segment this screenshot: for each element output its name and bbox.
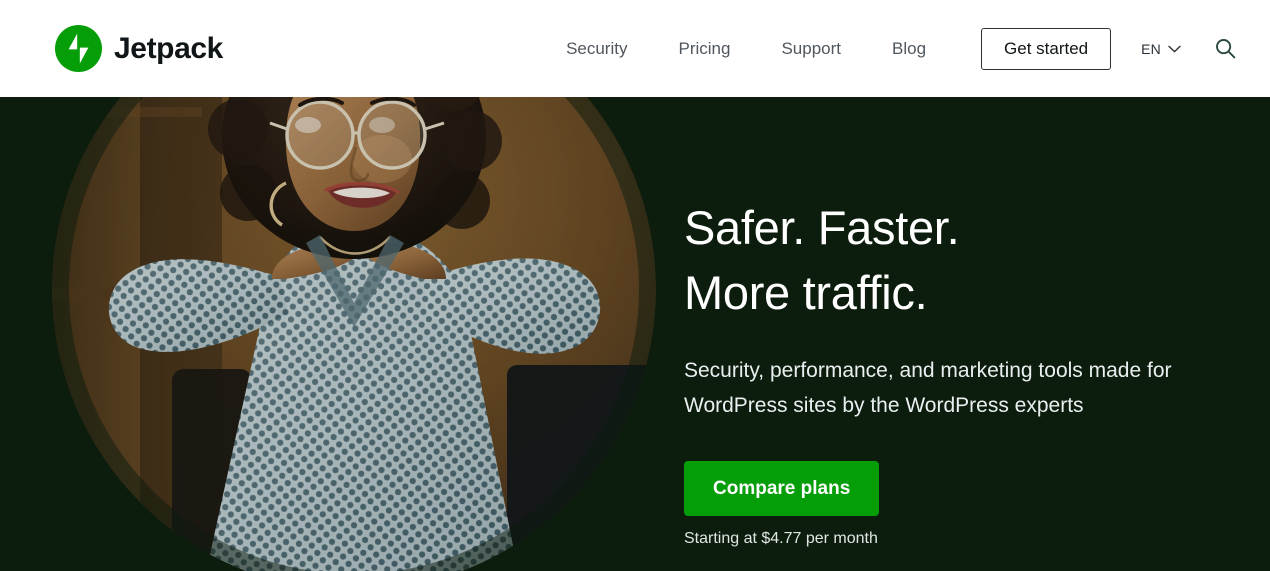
nav-item-security[interactable]: Security: [566, 31, 627, 67]
chevron-down-icon: [1168, 45, 1181, 53]
price-note: Starting at $4.77 per month: [684, 530, 878, 548]
compare-plans-button[interactable]: Compare plans: [684, 461, 880, 517]
language-selector[interactable]: EN: [1141, 41, 1181, 57]
hero-section: Safer. Faster. More traffic. Security, p…: [0, 97, 1270, 571]
hero-text-column: Safer. Faster. More traffic. Security, p…: [684, 97, 1254, 548]
jetpack-lightning-logo-icon: [55, 25, 102, 72]
brand-name: Jetpack: [114, 31, 223, 65]
hero-title-line-2: More traffic.: [684, 266, 928, 320]
hero-photo-artwork: [52, 97, 656, 571]
hero-subtitle: Security, performance, and marketing too…: [684, 358, 1172, 418]
brand-logo-link[interactable]: Jetpack: [54, 24, 223, 73]
main-navigation: Security Pricing Support Blog Get starte…: [566, 27, 1240, 70]
nav-item-pricing[interactable]: Pricing: [678, 31, 730, 67]
hero-cta-group: Compare plans Starting at $4.77 per mont…: [684, 424, 1254, 548]
hero-title: Safer. Faster. More traffic.: [684, 97, 1254, 326]
get-started-button[interactable]: Get started: [981, 27, 1112, 70]
hero-title-line-1: Safer. Faster.: [684, 201, 960, 254]
search-icon: [1216, 39, 1236, 59]
nav-item-support[interactable]: Support: [781, 31, 841, 67]
language-code: EN: [1141, 40, 1161, 57]
nav-item-blog[interactable]: Blog: [892, 31, 926, 67]
hero-photo-woman-relaxing: [52, 97, 656, 571]
jetpack-landing-page: Jetpack Security Pricing Support Blog Ge…: [0, 0, 1270, 571]
site-header: Jetpack Security Pricing Support Blog Ge…: [0, 0, 1270, 97]
search-button[interactable]: [1211, 34, 1240, 63]
